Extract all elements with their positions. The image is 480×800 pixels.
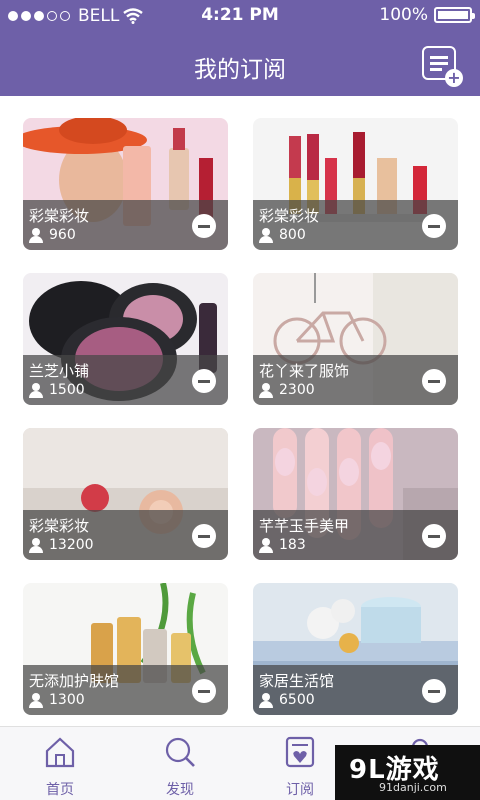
- card-name: 彩棠彩妆: [29, 517, 90, 535]
- add-subscription-icon: +: [445, 69, 463, 87]
- watermark-url: 91danji.com: [379, 781, 447, 794]
- subscription-icon: [285, 736, 315, 768]
- battery-icon: [434, 7, 475, 23]
- subscriber-count: 13200: [49, 537, 94, 553]
- subscribers-icon: [29, 537, 45, 553]
- watermark-logo: 9L游戏 91danji.com: [335, 745, 480, 800]
- subscriber-count: 800: [279, 227, 306, 243]
- subscribers-icon: [259, 537, 275, 553]
- subscribers-icon: [29, 227, 45, 243]
- subscription-card[interactable]: 彩棠彩妆 13200: [23, 428, 228, 560]
- subscribers-icon: [29, 382, 45, 398]
- subscriber-count: 960: [49, 227, 76, 243]
- unsubscribe-button[interactable]: [422, 524, 446, 548]
- subscription-card[interactable]: 彩棠彩妆 800: [253, 118, 458, 250]
- unsubscribe-button[interactable]: [192, 524, 216, 548]
- page-title: 我的订阅: [194, 57, 286, 83]
- subscriber-count: 1300: [49, 692, 85, 708]
- card-name: 兰芝小铺: [29, 362, 90, 380]
- tab-home-label: 首页: [46, 782, 74, 798]
- subscribers-icon: [259, 227, 275, 243]
- subscription-card[interactable]: 彩棠彩妆 960: [23, 118, 228, 250]
- tab-discover-label: 发现: [166, 782, 194, 798]
- battery-percent: 100%: [379, 5, 428, 25]
- subscription-card[interactable]: 芊芊玉手美甲 183: [253, 428, 458, 560]
- subscriber-count: 6500: [279, 692, 315, 708]
- card-name: 无添加护肤馆: [29, 672, 120, 690]
- subscription-card[interactable]: 兰芝小铺 1500: [23, 273, 228, 405]
- card-name: 彩棠彩妆: [259, 207, 320, 225]
- subscription-card[interactable]: 花丫来了服饰 2300: [253, 273, 458, 405]
- card-name: 彩棠彩妆: [29, 207, 90, 225]
- home-icon: [45, 737, 75, 768]
- subscription-card[interactable]: 无添加护肤馆 1300: [23, 583, 228, 715]
- search-icon: [165, 737, 195, 767]
- unsubscribe-button[interactable]: [422, 679, 446, 703]
- tab-discover[interactable]: 发现: [120, 735, 240, 799]
- unsubscribe-button[interactable]: [192, 679, 216, 703]
- nav-bar: 我的订阅 +: [0, 32, 480, 96]
- unsubscribe-button[interactable]: [192, 214, 216, 238]
- card-name: 芊芊玉手美甲: [259, 517, 350, 535]
- subscribers-icon: [29, 692, 45, 708]
- subscribers-icon: [259, 382, 275, 398]
- status-bar: BELL 4:21 PM 100%: [0, 0, 480, 32]
- card-name: 家居生活馆: [259, 672, 335, 690]
- card-name: 花丫来了服饰: [259, 362, 350, 380]
- unsubscribe-button[interactable]: [192, 369, 216, 393]
- subscribers-icon: [259, 692, 275, 708]
- unsubscribe-button[interactable]: [422, 214, 446, 238]
- subscription-card[interactable]: 家居生活馆 6500: [253, 583, 458, 715]
- add-subscription-button[interactable]: +: [422, 46, 463, 87]
- unsubscribe-button[interactable]: [422, 369, 446, 393]
- subscriber-count: 1500: [49, 382, 85, 398]
- tab-home[interactable]: 首页: [0, 735, 120, 799]
- subscriber-count: 183: [279, 537, 306, 553]
- subscriber-count: 2300: [279, 382, 315, 398]
